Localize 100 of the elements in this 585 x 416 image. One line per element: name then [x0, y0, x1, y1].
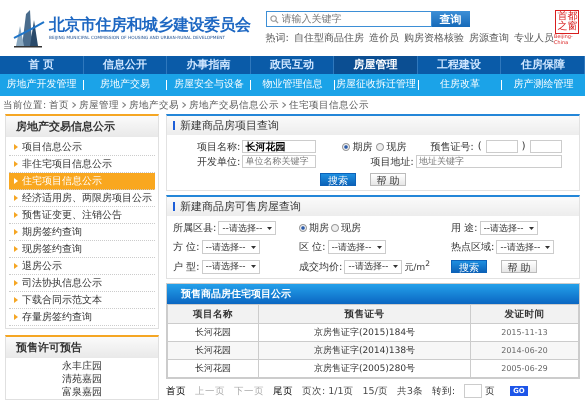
- breadcrumb-link[interactable]: 房地产交易信息公示: [189, 98, 280, 112]
- radio-option[interactable]: 期房: [342, 140, 372, 154]
- pagination-item: 上一页: [195, 384, 225, 398]
- arrow-bullet-icon: [14, 161, 18, 167]
- field-label: 户 型:: [173, 260, 200, 274]
- sidebar-item[interactable]: 经济适用房、两限房项目公示: [9, 190, 155, 207]
- goto-label: 转到:: [432, 384, 456, 398]
- sidebar-title: 房地产交易信息公示: [6, 116, 158, 137]
- select-field[interactable]: --请选择--: [202, 240, 260, 254]
- sidebar-item[interactable]: 现房签约查询: [9, 241, 155, 258]
- table-cell: 京房售证字(2005)280号: [258, 360, 470, 378]
- caret-icon: [267, 226, 272, 230]
- form-button[interactable]: 搜索: [451, 260, 487, 273]
- form-button[interactable]: 搜索: [320, 173, 356, 186]
- arrow-bullet-icon: [14, 314, 18, 320]
- chevron-icon: [72, 102, 76, 108]
- sidebar-item[interactable]: 预售证变更、注销公告: [9, 207, 155, 224]
- radio-option[interactable]: 期房: [299, 221, 329, 235]
- column-header: 预售证号: [258, 304, 470, 324]
- arrow-bullet-icon: [14, 178, 18, 184]
- field-label: 热点区域:: [451, 240, 494, 254]
- select-field[interactable]: --请选择--: [344, 260, 402, 274]
- caret-icon: [393, 265, 398, 268]
- arrow-bullet-icon: [14, 212, 18, 218]
- hot-word-link[interactable]: 购房资格核验: [404, 31, 464, 45]
- presale-link[interactable]: 清苑嘉园: [62, 373, 102, 386]
- pagination-item: 页次: 1/1页: [302, 384, 354, 398]
- seal-logo[interactable]: 首都 之窗: [555, 10, 580, 34]
- chevron-icon: [182, 102, 186, 108]
- breadcrumb-link[interactable]: 房屋管理: [79, 98, 120, 112]
- caret-icon: [545, 246, 550, 248]
- table-cell: 长河花园: [168, 360, 258, 378]
- radio-option[interactable]: 现房: [376, 140, 406, 154]
- caret-icon: [528, 226, 534, 230]
- select-field[interactable]: --请选择--: [496, 240, 554, 254]
- arrow-bullet-icon: [14, 229, 18, 235]
- field-label: 开发单位:: [197, 156, 240, 168]
- panel-title: 新建商品房项目查询: [180, 118, 279, 133]
- sidebar-item[interactable]: 存量房签约查询: [9, 309, 155, 326]
- select-field[interactable]: --请选择--: [480, 221, 538, 235]
- select-field[interactable]: --请选择--: [202, 260, 260, 274]
- radio-option[interactable]: 现房: [331, 221, 361, 235]
- unit-text: 元/m$^{2}$: [404, 259, 430, 274]
- bracket-text: ): [522, 141, 526, 152]
- arrow-bullet-icon: [14, 263, 18, 269]
- search-button[interactable]: 查询: [432, 11, 470, 27]
- table-title-bar: 预售商品房住宅项目公示: [167, 284, 579, 304]
- pagination-item[interactable]: 尾页: [273, 384, 293, 398]
- chevron-icon: [282, 102, 286, 108]
- sidebar-item[interactable]: 司法协执信息公示: [9, 275, 155, 292]
- breadcrumb-link[interactable]: 首页: [49, 98, 70, 112]
- input-field[interactable]: 地址关键字: [416, 155, 562, 168]
- arrow-bullet-icon: [14, 297, 18, 303]
- nav-tab[interactable]: 房屋管理: [334, 56, 418, 74]
- input-field[interactable]: 长河花园: [242, 140, 316, 153]
- field-label: 用 途:: [451, 222, 478, 235]
- pagination-item: 共3条: [396, 384, 423, 398]
- form-button[interactable]: 帮 助: [501, 260, 537, 273]
- form-button[interactable]: 帮 助: [370, 173, 406, 186]
- sidebar-item[interactable]: 期房签约查询: [9, 224, 155, 241]
- table-cell: 长河花园: [168, 342, 258, 360]
- hot-word-link[interactable]: 专业人员: [514, 31, 554, 45]
- table-cell: 2005-06-29: [470, 360, 578, 378]
- column-header: 发证时间: [470, 304, 578, 324]
- field-label: 区 位:: [299, 241, 326, 254]
- presale-link[interactable]: 富泉嘉园: [62, 386, 102, 399]
- search-field[interactable]: 请输入关键字: [266, 11, 432, 27]
- breadcrumb-label: 当前位置:: [3, 98, 46, 112]
- sidebar-item[interactable]: 项目信息公示: [9, 139, 155, 156]
- caret-icon: [376, 246, 382, 248]
- pagination-item: 下一页: [234, 384, 264, 398]
- hot-word-link[interactable]: 房源查询: [468, 31, 509, 45]
- sidebar-item[interactable]: 退房公示: [9, 258, 155, 275]
- hot-word-link[interactable]: 造价员: [368, 31, 399, 45]
- presale-link[interactable]: 永丰庄园: [62, 360, 102, 373]
- input-field[interactable]: [486, 140, 518, 153]
- hot-word-link[interactable]: 自住型商品住房: [294, 31, 364, 45]
- pagination-item[interactable]: 首页: [166, 384, 186, 398]
- select-field[interactable]: --请选择--: [218, 221, 276, 235]
- table-cell: 京房售证字(2014)138号: [258, 342, 470, 360]
- page-suffix: 页: [485, 384, 496, 398]
- chevron-icon: [122, 102, 126, 108]
- sidebar-title: 预售许可预告: [6, 337, 158, 358]
- sidebar-item[interactable]: 下载合同示范文本: [9, 292, 155, 309]
- breadcrumb-link[interactable]: 住宅项目信息公示: [289, 98, 370, 112]
- field-label: 成交均价:: [299, 260, 342, 274]
- search-icon: [270, 15, 279, 24]
- building-logo-icon: [12, 8, 46, 48]
- column-header: 项目名称: [168, 304, 258, 324]
- arrow-bullet-icon: [14, 280, 18, 286]
- page-number-field[interactable]: [464, 384, 482, 398]
- input-field[interactable]: 单位名称关键字: [242, 155, 316, 168]
- select-field[interactable]: --请选择--: [328, 240, 386, 254]
- breadcrumb-link[interactable]: 房地产交易: [129, 98, 180, 112]
- field-label: 项目名称:: [197, 140, 240, 154]
- arrow-bullet-icon: [14, 246, 18, 252]
- caret-icon: [250, 246, 256, 248]
- bracket-text: (: [478, 141, 482, 152]
- field-label: 预售证号:: [430, 140, 474, 154]
- input-field[interactable]: [530, 140, 562, 153]
